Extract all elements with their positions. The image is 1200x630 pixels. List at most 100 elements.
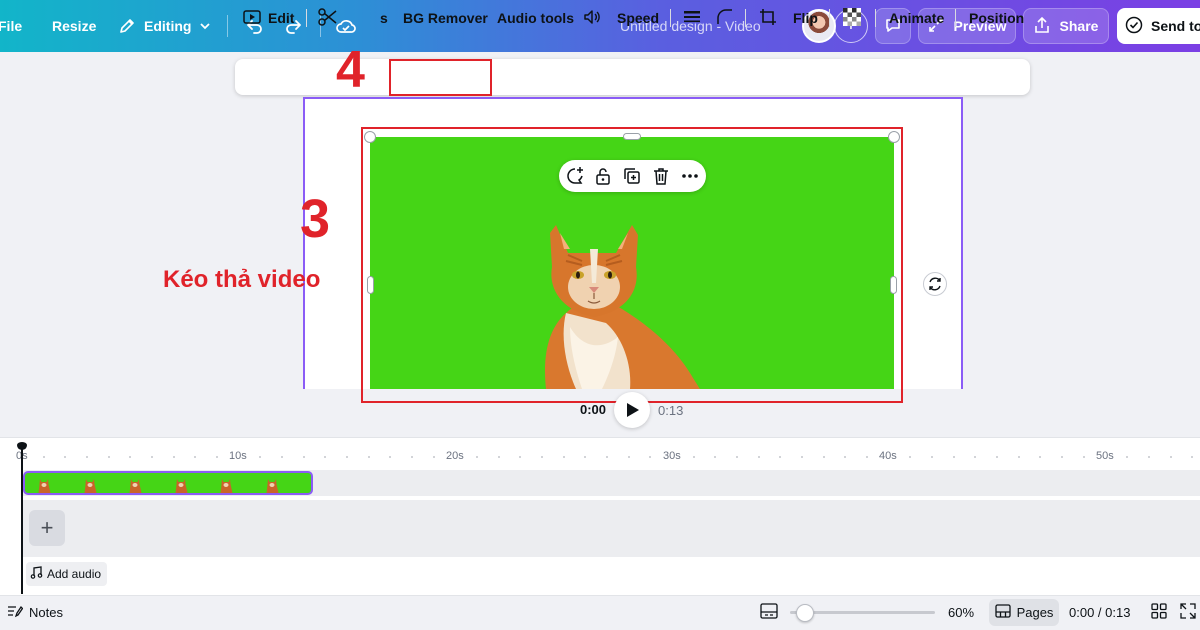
pages-icon	[994, 604, 1011, 621]
comment-add-icon[interactable]	[565, 166, 585, 186]
trim-button[interactable]: s	[318, 0, 388, 36]
share-label: Share	[1059, 18, 1099, 34]
clip-thumbnail	[128, 477, 142, 493]
pages-label: Pages	[1016, 605, 1054, 620]
timeline-tick-dot	[497, 456, 500, 458]
add-audio-button[interactable]: Add audio	[26, 562, 108, 586]
timeline-tick-dot	[952, 456, 955, 458]
timeline-tick: 10s	[229, 450, 247, 462]
lock-icon[interactable]	[593, 166, 613, 186]
bg-remover-button[interactable]: BG Remover	[403, 0, 488, 36]
crop-button[interactable]	[759, 0, 777, 36]
pages-button[interactable]: Pages	[989, 599, 1059, 626]
current-time: 0:00	[580, 402, 607, 417]
clip-thumbnail	[219, 477, 233, 493]
add-page-button[interactable]: +	[29, 510, 65, 546]
element-quick-actions	[559, 160, 706, 192]
divider	[670, 9, 671, 27]
timeline-tick-dot	[107, 456, 110, 458]
file-menu[interactable]: File	[0, 0, 22, 52]
speed-label: Speed	[617, 10, 660, 26]
grid-view-button[interactable]	[1151, 595, 1167, 630]
notes-icon	[7, 604, 24, 621]
check-circle-icon	[1125, 16, 1143, 37]
resize-handle-left[interactable]	[367, 276, 374, 294]
resize-handle-top-right[interactable]	[888, 131, 900, 143]
rotate-icon	[924, 277, 946, 299]
timeline-tick-dot	[42, 456, 45, 458]
flip-button[interactable]: Flip	[793, 0, 818, 36]
playback-time: 0:00 / 0:13	[1069, 605, 1131, 620]
timeline-tick-dot	[151, 456, 154, 458]
chevron-down-icon	[199, 20, 211, 32]
video-clip[interactable]	[23, 471, 313, 495]
trim-label: s	[380, 10, 388, 26]
timeline-tick-dot	[367, 456, 370, 458]
timeline-tick-dot	[822, 456, 825, 458]
timeline-toggle-button[interactable]	[760, 595, 778, 630]
timeline-view-icon	[760, 603, 778, 622]
video-play-icon	[243, 9, 261, 27]
plus-icon: +	[40, 515, 54, 540]
notes-label: Notes	[29, 605, 63, 620]
rotate-handle[interactable]	[923, 272, 947, 296]
transparency-button[interactable]	[843, 0, 861, 36]
audio-tools-button[interactable]: Audio tools	[497, 0, 574, 36]
corner-rounding-button[interactable]	[716, 0, 734, 36]
timeline-tick-dot	[757, 456, 760, 458]
resize-handle-right[interactable]	[890, 276, 897, 294]
timeline-tick-dot	[562, 456, 565, 458]
timeline-tick-dot	[1082, 456, 1085, 458]
timeline-tick: 30s	[663, 450, 681, 462]
divider	[306, 9, 307, 27]
more-options-icon[interactable]	[680, 166, 700, 186]
playhead[interactable]	[21, 446, 23, 594]
pencil-icon	[118, 17, 136, 35]
divider	[227, 15, 228, 37]
trash-icon[interactable]	[651, 166, 671, 186]
resize-handle-top-left[interactable]	[364, 131, 376, 143]
edit-button[interactable]: Edit	[243, 0, 294, 36]
speed-button[interactable]: Speed	[583, 0, 659, 36]
send-to-button[interactable]: Send to	[1117, 8, 1200, 44]
drag-video-instruction: Kéo thả video	[163, 266, 321, 293]
edit-label: Edit	[268, 10, 295, 26]
divider	[955, 9, 956, 27]
play-icon	[626, 402, 640, 423]
zoom-level[interactable]: 60%	[948, 595, 974, 630]
timeline-tick-dot	[172, 456, 175, 458]
duplicate-icon[interactable]	[622, 166, 642, 186]
add-audio-label: Add audio	[47, 567, 102, 581]
music-note-icon	[30, 566, 43, 582]
divider	[875, 9, 876, 27]
play-button[interactable]	[614, 392, 650, 428]
position-button[interactable]: Position	[969, 0, 1024, 36]
step4-highlight-box	[389, 59, 492, 96]
divider	[745, 9, 746, 27]
clip-thumbnail	[83, 477, 97, 493]
timeline-tick-dot	[86, 456, 88, 458]
send-to-label: Send to	[1151, 18, 1200, 34]
resize-handle-top[interactable]	[623, 133, 641, 140]
total-duration: 0:13	[658, 403, 684, 418]
zoom-slider-thumb[interactable]	[795, 604, 814, 622]
border-style-button[interactable]	[683, 0, 701, 36]
step4-label: 4	[336, 41, 365, 99]
add-page-track	[22, 500, 1200, 557]
timeline-tick-dot	[1169, 456, 1172, 458]
line-weight-icon	[683, 9, 701, 28]
fullscreen-button[interactable]	[1180, 595, 1196, 630]
animate-button[interactable]: Animate	[889, 0, 944, 36]
timeline-tick: 50s	[1096, 450, 1114, 462]
step3-label: 3	[300, 189, 331, 249]
notes-button[interactable]: Notes	[7, 595, 63, 630]
timeline-tick-dot	[216, 456, 219, 458]
upload-icon	[1034, 16, 1050, 37]
resize-menu[interactable]: Resize	[52, 0, 96, 52]
clip-thumbnail	[37, 477, 51, 493]
share-button[interactable]: Share	[1023, 8, 1109, 44]
timeline-tick-dot	[1147, 456, 1150, 458]
scissors-icon	[318, 7, 338, 29]
editing-mode-menu[interactable]: Editing	[118, 0, 211, 52]
timeline-tick: 40s	[879, 450, 897, 462]
